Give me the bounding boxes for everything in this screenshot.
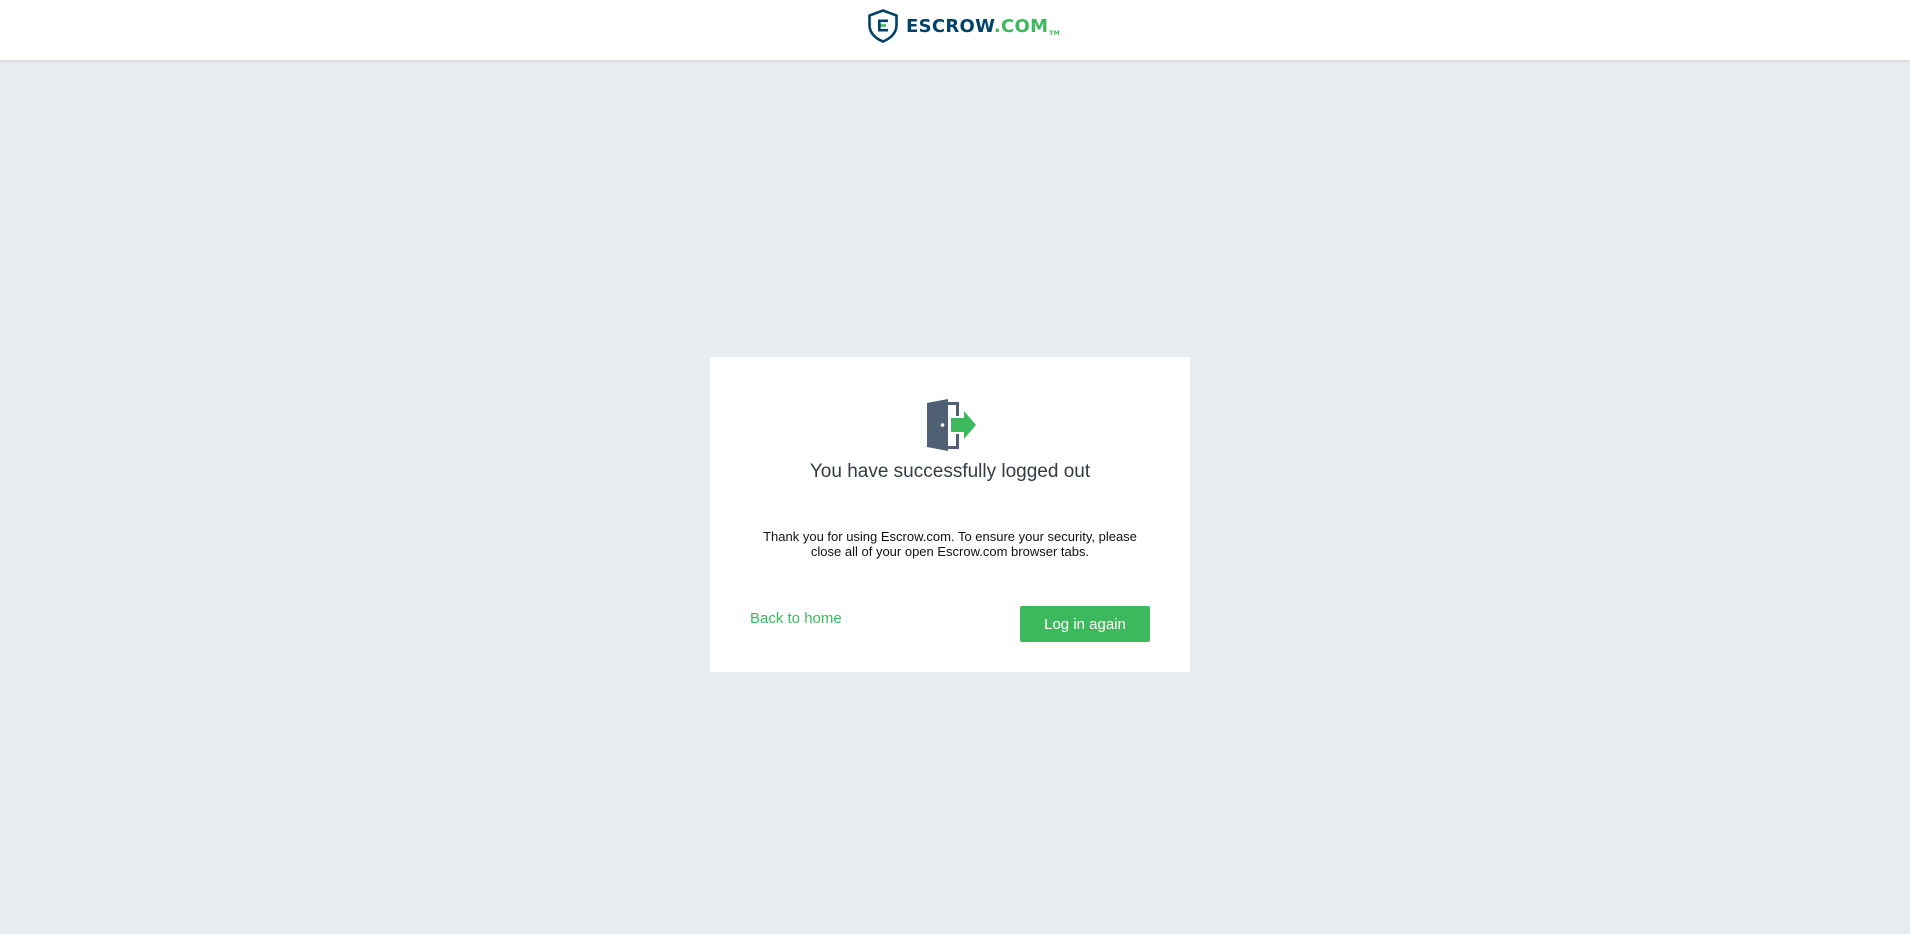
escrow-shield-logo-icon bbox=[868, 9, 898, 43]
logo-name: ESCROW bbox=[906, 15, 994, 37]
logout-title: You have successfully logged out bbox=[809, 461, 1091, 482]
logout-door-icon bbox=[927, 399, 976, 451]
logout-message: Thank you for using Escrow.com. To ensur… bbox=[763, 529, 1137, 559]
escrow-logo-link[interactable]: ESCROW.COMTM bbox=[867, 8, 1060, 44]
back-to-home-link[interactable]: Back to home bbox=[750, 610, 842, 627]
top-header: ESCROW.COMTM bbox=[0, 0, 1910, 60]
logo-wordmark: ESCROW.COMTM bbox=[906, 16, 1060, 37]
logo-trademark: TM bbox=[1049, 29, 1060, 37]
logo-tld: .COM bbox=[993, 15, 1049, 37]
log-in-again-button[interactable]: Log in again bbox=[1020, 606, 1150, 642]
logout-card: You have successfully logged out Thank y… bbox=[710, 357, 1190, 672]
